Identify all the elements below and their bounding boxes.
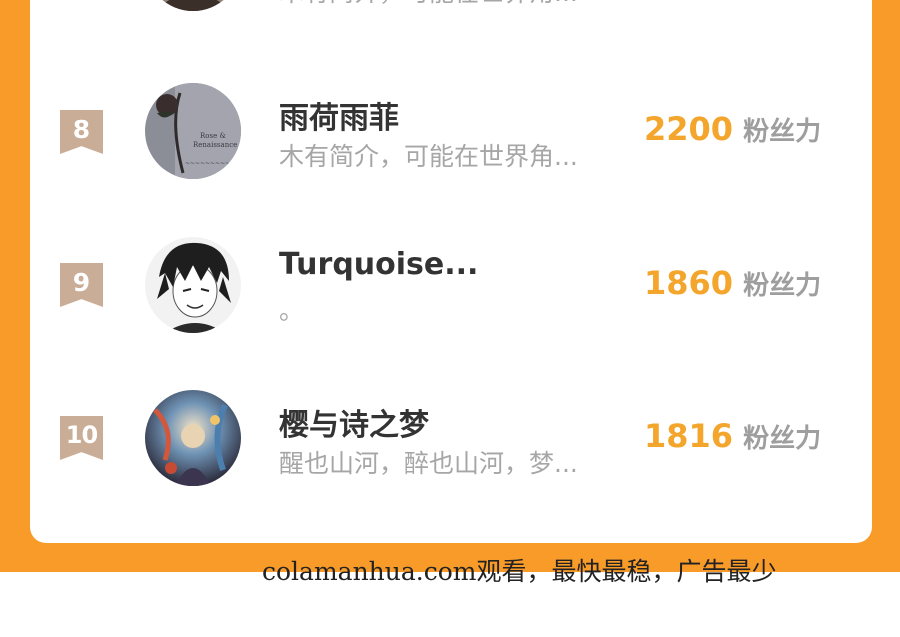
user-name[interactable]: 雨荷雨菲 — [279, 93, 399, 137]
site-watermark: colamanhua.com观看，最快最稳，广告最少 — [262, 557, 777, 586]
svg-text:Rose &: Rose & — [200, 132, 226, 140]
fans-label: 粉丝力 — [743, 271, 822, 301]
fans-score: 1816 粉丝力 — [644, 417, 821, 455]
user-name[interactable]: Turquoise... — [279, 247, 478, 282]
fans-value: 1816 — [644, 417, 734, 455]
anime-boy-avatar-icon — [145, 237, 241, 333]
fans-score: 2200 粉丝力 — [644, 110, 821, 148]
fans-value: 2200 — [644, 110, 734, 148]
rank-badge: 10 — [60, 416, 103, 460]
fans-score: 1860 粉丝力 — [644, 264, 821, 302]
ranking-frame: 木有简介，可能在世界角... 8 Rose & Renaissance ~~~~… — [0, 0, 900, 572]
rank-badge: 9 — [60, 263, 103, 307]
user-bio: 醒也山河，醉也山河，梦... — [279, 449, 578, 478]
user-bio: 木有简介，可能在世界角... — [279, 0, 578, 9]
fans-label: 粉丝力 — [743, 117, 822, 147]
ranking-row[interactable]: 9 Turquoise... 。 1860 粉丝力 — [30, 231, 872, 341]
rose-avatar-icon: Rose & Renaissance ~~~~~~~~~~~ — [145, 83, 241, 179]
user-bio: 木有简介，可能在世界角... — [279, 142, 578, 171]
svg-text:Renaissance: Renaissance — [193, 141, 237, 149]
fantasy-art-avatar-icon — [145, 390, 241, 486]
fans-value: 1860 — [644, 264, 734, 302]
ranking-row[interactable]: 10 樱与诗之梦 醒也山河，醉也山河，梦... 1816 粉丝力 — [30, 384, 872, 494]
fans-label: 粉丝力 — [743, 424, 822, 454]
ranking-card: 木有简介，可能在世界角... 8 Rose & Renaissance ~~~~… — [30, 0, 872, 543]
avatar — [145, 0, 241, 11]
ranking-row[interactable]: 8 Rose & Renaissance ~~~~~~~~~~~ 雨荷雨菲 木有… — [30, 77, 872, 187]
user-name[interactable]: 樱与诗之梦 — [279, 400, 429, 444]
svg-text:~~~~~~~~~~~: ~~~~~~~~~~~ — [185, 160, 240, 167]
user-bio: 。 — [279, 296, 305, 325]
rank-badge: 8 — [60, 110, 103, 154]
ranking-row-partial[interactable]: 木有简介，可能在世界角... — [30, 0, 872, 25]
